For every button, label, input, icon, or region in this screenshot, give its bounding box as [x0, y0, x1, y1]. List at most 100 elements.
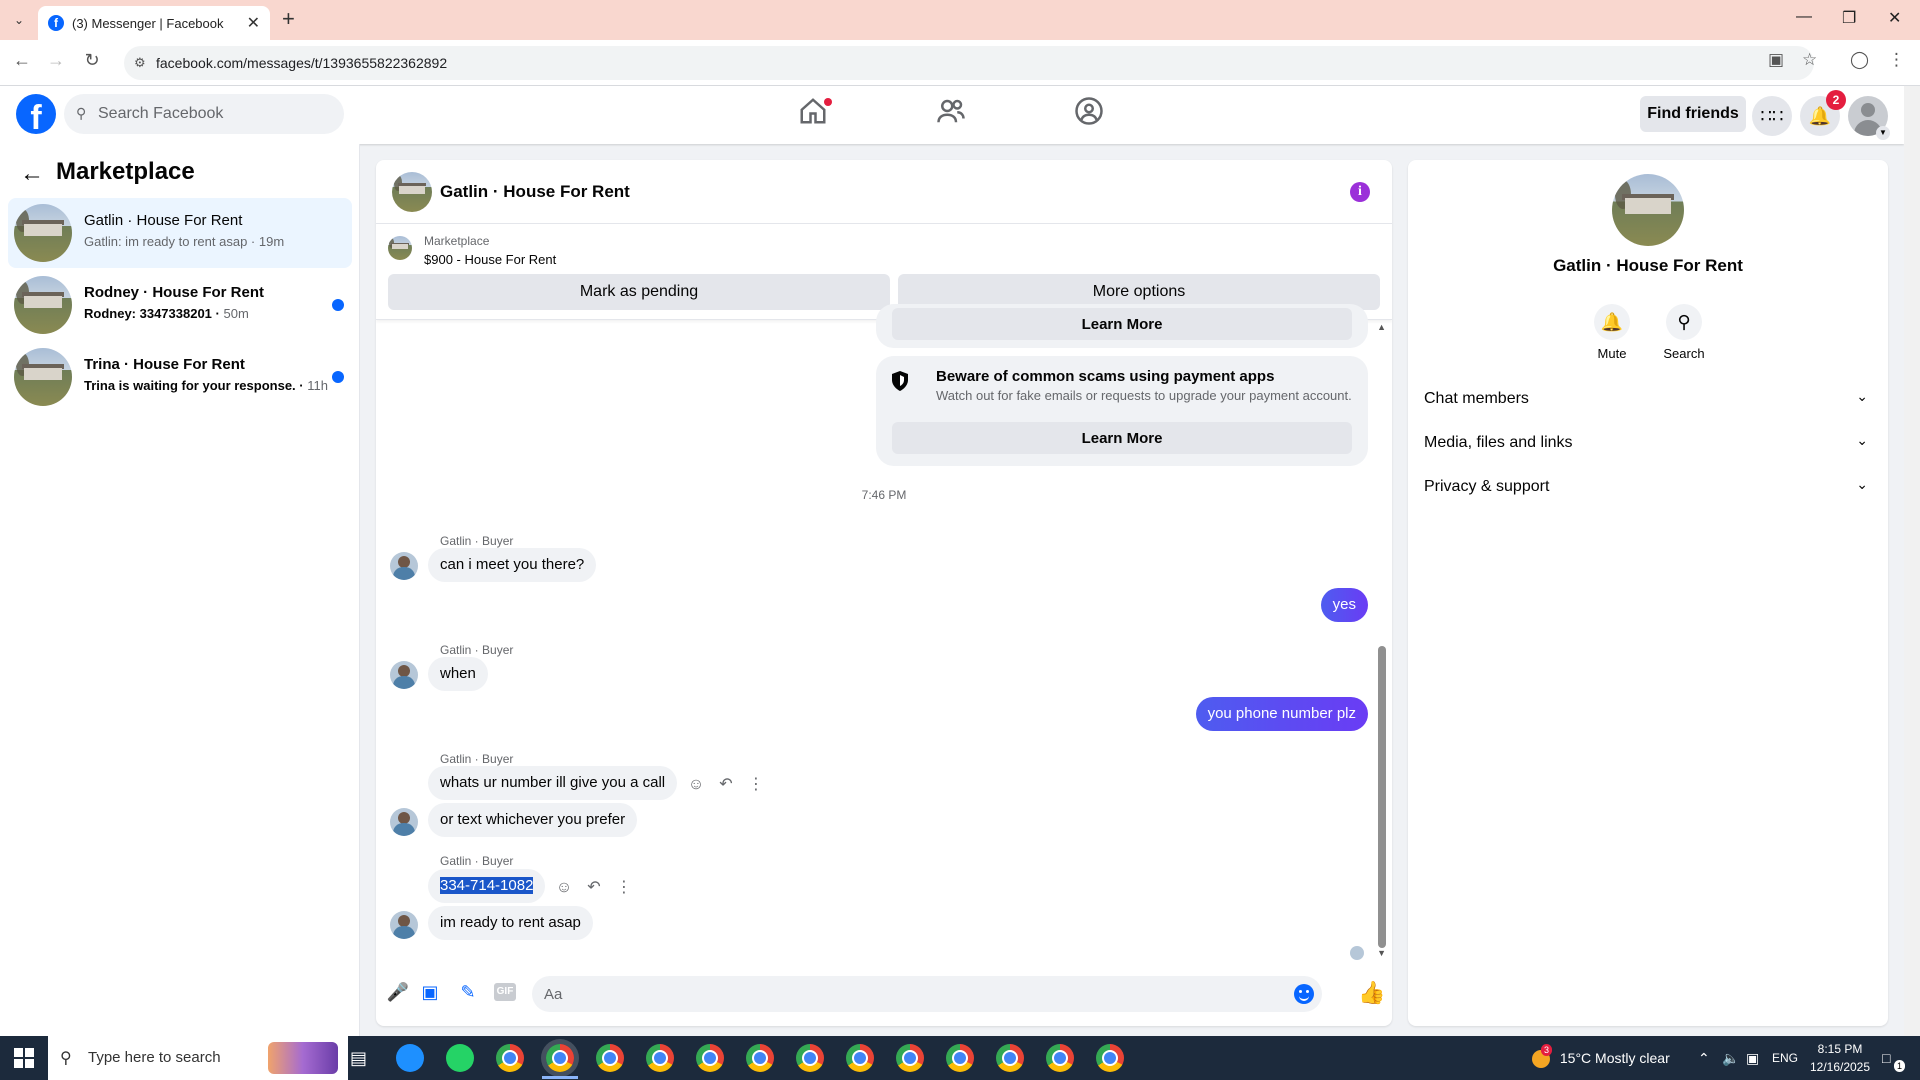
thumbs-up-icon[interactable]: 👍	[1358, 980, 1385, 1006]
conversation-item-rodney[interactable]: Rodney · House For Rent Rodney: 33473382…	[8, 270, 352, 340]
back-arrow-icon[interactable]: ←	[20, 160, 44, 188]
chat-title[interactable]: Gatlin · House For Rent	[440, 182, 630, 202]
search-input[interactable]	[98, 94, 338, 134]
back-arrow-icon[interactable]: ←	[10, 50, 34, 71]
app-icon-media[interactable]	[396, 1044, 424, 1072]
weather-widget[interactable]: 3 15°C Mostly clear	[1532, 1036, 1670, 1080]
window-close-icon[interactable]: ✕	[1888, 8, 1901, 28]
chrome-icon[interactable]	[996, 1044, 1024, 1072]
microphone-icon[interactable]: 🎤	[386, 980, 410, 1004]
restore-icon[interactable]: ❐	[1842, 8, 1856, 28]
buyer-avatar[interactable]	[390, 661, 418, 689]
incoming-message[interactable]: when	[428, 657, 488, 691]
clock[interactable]: 8:15 PM 12/16/2025	[1800, 1040, 1880, 1076]
site-info-icon[interactable]: ⚙	[134, 55, 146, 71]
section-media-files-links[interactable]: Media, files and links ⌄	[1424, 426, 1874, 462]
thread-scrollbar[interactable]: ▲ ▼	[1377, 320, 1390, 962]
chrome-icon[interactable]	[546, 1044, 574, 1072]
chrome-icon[interactable]	[796, 1044, 824, 1072]
section-privacy-support[interactable]: Privacy & support ⌄	[1424, 470, 1874, 506]
scrollbar-thumb[interactable]	[1378, 646, 1386, 948]
incoming-message[interactable]: whats ur number ill give you a call	[428, 766, 678, 800]
home-icon[interactable]	[798, 96, 834, 132]
url-field[interactable]: ⚙ facebook.com/messages/t/13936558223628…	[124, 46, 1814, 80]
browser-menu-icon[interactable]: ⋮	[1888, 50, 1905, 70]
search-conversation-button[interactable]: ⚲ Search	[1654, 304, 1714, 361]
info-icon[interactable]: i	[1350, 182, 1370, 202]
gif-icon[interactable]: GIF	[494, 983, 516, 1001]
profile-icon[interactable]: ◯	[1850, 50, 1869, 70]
reply-icon[interactable]: ↶	[716, 774, 736, 794]
sticker-icon[interactable]: ✎	[456, 980, 480, 1004]
mute-button[interactable]: 🔔 Mute	[1582, 304, 1642, 361]
scroll-down-arrow-icon[interactable]: ▼	[1377, 948, 1386, 958]
taskbar-search[interactable]: ⚲ Type here to search	[48, 1036, 348, 1080]
more-dots-icon[interactable]: ⋮	[614, 877, 634, 897]
windows-start-icon[interactable]	[14, 1048, 34, 1068]
chrome-icon[interactable]	[596, 1044, 624, 1072]
conversation-item-trina[interactable]: Trina · House For Rent Trina is waiting …	[8, 342, 352, 412]
learn-more-button[interactable]: Learn More	[892, 422, 1352, 454]
buyer-avatar[interactable]	[390, 552, 418, 580]
action-center-icon[interactable]: □ 1	[1882, 1036, 1906, 1080]
outgoing-message[interactable]: you phone number plz	[1195, 697, 1368, 731]
incoming-message[interactable]: can i meet you there?	[428, 548, 597, 582]
chrome-icon[interactable]	[846, 1044, 874, 1072]
network-icon[interactable]: ▣	[1746, 1036, 1759, 1080]
tab-list-chevron-icon[interactable]: ⌄	[8, 10, 30, 30]
menu-grid-icon[interactable]: ∷∷	[1752, 96, 1792, 136]
message-thread[interactable]: Learn More Beware of common scams using …	[376, 304, 1392, 962]
outgoing-message[interactable]: yes	[1320, 588, 1368, 622]
page-scrollbar[interactable]	[1904, 86, 1920, 1036]
photo-icon[interactable]: ▣	[418, 980, 442, 1004]
task-view-icon[interactable]: ▤	[350, 1036, 367, 1080]
chat-thumbnail[interactable]	[392, 172, 432, 212]
tab-close-icon[interactable]: ✕	[247, 13, 260, 33]
incoming-message[interactable]: im ready to rent asap	[428, 906, 593, 940]
listing-thumbnail-large[interactable]	[1612, 174, 1684, 246]
bookmark-star-icon[interactable]: ☆	[1802, 50, 1817, 70]
listing-price[interactable]: $900 - House For Rent	[424, 252, 556, 267]
buyer-avatar[interactable]	[390, 911, 418, 939]
incoming-message-phone[interactable]: 334-714-1082	[428, 869, 546, 903]
chrome-icon[interactable]	[646, 1044, 674, 1072]
language-indicator[interactable]: ENG	[1772, 1036, 1798, 1080]
notifications-bell-icon[interactable]: 🔔 2	[1800, 90, 1846, 136]
chrome-icon[interactable]	[1046, 1044, 1074, 1072]
buyer-avatar[interactable]	[390, 808, 418, 836]
facebook-search[interactable]: ⚲	[64, 94, 344, 134]
find-friends-button[interactable]: Find friends	[1640, 96, 1746, 132]
chrome-icon[interactable]	[946, 1044, 974, 1072]
browser-tab-messenger[interactable]: f (3) Messenger | Facebook ✕	[38, 6, 270, 40]
selected-phone-number[interactable]: 334-714-1082	[440, 877, 534, 894]
new-tab-plus-icon[interactable]: +	[282, 6, 295, 32]
minimize-icon[interactable]: —	[1796, 8, 1812, 26]
reply-icon[interactable]: ↶	[584, 877, 604, 897]
listing-thumbnail[interactable]	[388, 236, 412, 260]
forward-arrow-icon[interactable]: →	[44, 50, 68, 71]
learn-more-button[interactable]: Learn More	[892, 308, 1352, 340]
react-emoji-icon[interactable]: ☺	[554, 879, 574, 897]
install-app-icon[interactable]: ▣	[1768, 50, 1784, 70]
conversation-item-gatlin[interactable]: Gatlin · House For Rent Gatlin: im ready…	[8, 198, 352, 268]
section-chat-members[interactable]: Chat members ⌄	[1424, 382, 1874, 418]
volume-icon[interactable]: 🔈	[1722, 1036, 1739, 1080]
chrome-icon[interactable]	[496, 1044, 524, 1072]
chrome-icon[interactable]	[1096, 1044, 1124, 1072]
reload-icon[interactable]: ↻	[80, 50, 104, 71]
more-dots-icon[interactable]: ⋮	[746, 774, 766, 794]
groups-icon[interactable]	[1074, 96, 1110, 132]
scroll-up-arrow-icon[interactable]: ▲	[1377, 322, 1386, 332]
mark-as-pending-button[interactable]: Mark as pending	[388, 274, 890, 310]
friends-icon[interactable]	[936, 96, 972, 132]
whatsapp-icon[interactable]	[446, 1044, 474, 1072]
message-input[interactable]	[544, 976, 1244, 1012]
facebook-logo-icon[interactable]: f	[16, 94, 56, 134]
message-input-box[interactable]	[532, 976, 1322, 1012]
chrome-icon[interactable]	[696, 1044, 724, 1072]
chrome-icon[interactable]	[896, 1044, 924, 1072]
emoji-icon[interactable]	[1294, 984, 1314, 1004]
account-chevron-down-icon[interactable]: ▼	[1876, 126, 1890, 140]
incoming-message[interactable]: or text whichever you prefer	[428, 803, 638, 837]
tray-chevron-up-icon[interactable]: ⌃	[1698, 1036, 1710, 1080]
